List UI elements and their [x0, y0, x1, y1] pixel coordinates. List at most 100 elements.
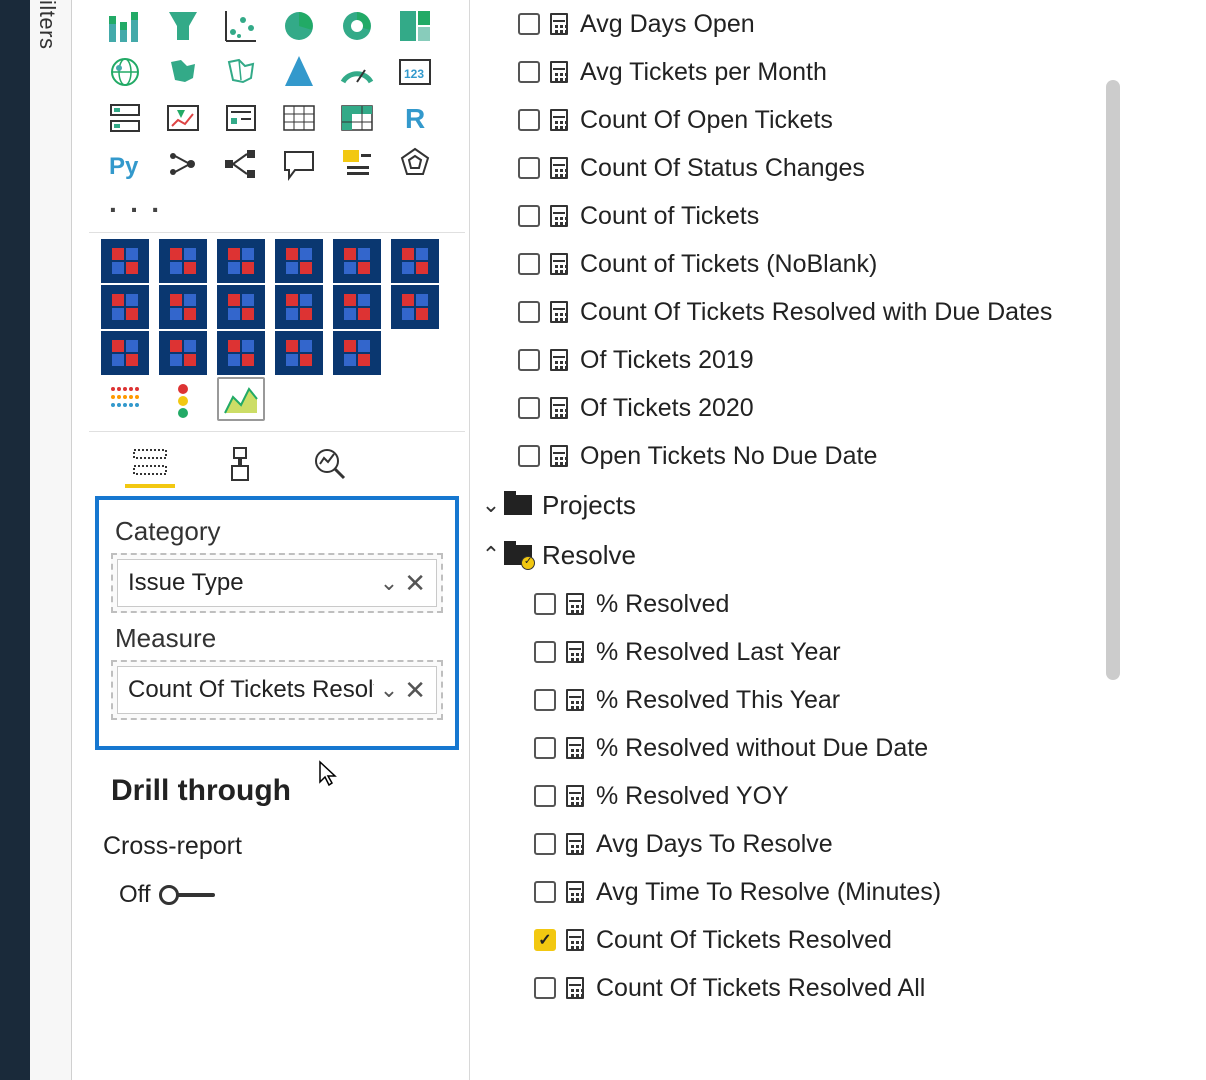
matrix-icon[interactable]: [333, 96, 381, 140]
field-item[interactable]: Avg Days Open: [470, 0, 1150, 48]
category-field-pill[interactable]: Issue Type ⌄ ✕: [117, 559, 437, 607]
measure-well[interactable]: Count Of Tickets Resolv ⌄ ✕: [111, 660, 443, 720]
more-visuals-ellipsis[interactable]: · · ·: [89, 194, 465, 232]
checkbox[interactable]: [534, 881, 556, 903]
table-projects[interactable]: ⌄ Projects: [470, 480, 1150, 530]
checkbox[interactable]: [518, 157, 540, 179]
python-visual-icon[interactable]: Py: [101, 142, 149, 186]
field-item[interactable]: Avg Tickets per Month: [470, 48, 1150, 96]
checkbox[interactable]: [518, 109, 540, 131]
field-item[interactable]: Count Of Tickets Resolved All: [470, 964, 1150, 1012]
custom-visual-icon[interactable]: [333, 285, 381, 329]
remove-field-icon[interactable]: ✕: [404, 568, 426, 599]
smart-narrative-icon[interactable]: [333, 142, 381, 186]
field-item[interactable]: Of Tickets 2020: [470, 384, 1150, 432]
checkbox[interactable]: [534, 785, 556, 807]
fields-tab[interactable]: [125, 440, 175, 488]
field-item[interactable]: Of Tickets 2019: [470, 336, 1150, 384]
format-tab[interactable]: [215, 440, 265, 488]
card-icon[interactable]: 123: [391, 50, 439, 94]
filled-map-icon[interactable]: [159, 50, 207, 94]
field-item[interactable]: Count Of Status Changes: [470, 144, 1150, 192]
field-item[interactable]: Count of Tickets: [470, 192, 1150, 240]
custom-visual-icon[interactable]: [275, 239, 323, 283]
key-influencers-icon[interactable]: [159, 142, 207, 186]
table-icon[interactable]: [275, 96, 323, 140]
custom-visual-icon[interactable]: [391, 239, 439, 283]
field-item[interactable]: % Resolved This Year: [470, 676, 1150, 724]
field-item[interactable]: % Resolved: [470, 580, 1150, 628]
checkbox[interactable]: [534, 833, 556, 855]
treemap-icon[interactable]: [391, 4, 439, 48]
checkbox[interactable]: [518, 13, 540, 35]
checkbox[interactable]: [518, 445, 540, 467]
checkbox[interactable]: [534, 977, 556, 999]
stacked-column-icon[interactable]: [101, 4, 149, 48]
table-resolve[interactable]: ⌃ Resolve: [470, 530, 1150, 580]
cross-report-toggle[interactable]: Off: [89, 865, 465, 913]
field-item[interactable]: Count of Tickets (NoBlank): [470, 240, 1150, 288]
field-item[interactable]: % Resolved YOY: [470, 772, 1150, 820]
kpi-icon[interactable]: [159, 96, 207, 140]
custom-visual-icon[interactable]: [217, 285, 265, 329]
custom-visual-dot-grid-icon[interactable]: [101, 377, 149, 421]
slicer-icon[interactable]: [217, 96, 265, 140]
donut-icon[interactable]: [333, 4, 381, 48]
field-item[interactable]: Avg Time To Resolve (Minutes): [470, 868, 1150, 916]
multi-row-card-icon[interactable]: [101, 96, 149, 140]
checkbox[interactable]: [534, 689, 556, 711]
checkbox[interactable]: [518, 397, 540, 419]
checkbox[interactable]: [518, 61, 540, 83]
field-item[interactable]: Open Tickets No Due Date: [470, 432, 1150, 480]
checkbox[interactable]: [518, 253, 540, 275]
field-item[interactable]: Avg Days To Resolve: [470, 820, 1150, 868]
custom-visual-icon[interactable]: [275, 331, 323, 375]
gauge-icon[interactable]: [333, 50, 381, 94]
custom-visual-icon[interactable]: [217, 331, 265, 375]
scatter-icon[interactable]: [217, 4, 265, 48]
checkbox[interactable]: [534, 929, 556, 951]
custom-visual-icon[interactable]: [159, 239, 207, 283]
custom-visual-stoplight-icon[interactable]: [159, 377, 207, 421]
custom-visual-icon[interactable]: [333, 331, 381, 375]
scrollbar[interactable]: [1106, 80, 1120, 680]
field-item[interactable]: Count Of Tickets Resolved: [470, 916, 1150, 964]
custom-visual-icon[interactable]: [101, 239, 149, 283]
azure-map-icon[interactable]: [275, 50, 323, 94]
svg-text:Py: Py: [109, 153, 139, 180]
r-visual-icon[interactable]: R: [391, 96, 439, 140]
custom-visual-line-area-icon[interactable]: [217, 377, 265, 421]
measure-field-pill[interactable]: Count Of Tickets Resolv ⌄ ✕: [117, 666, 437, 714]
custom-visual-icon[interactable]: [101, 331, 149, 375]
filters-panel-tab[interactable]: ilters: [30, 0, 72, 1080]
custom-visual-icon[interactable]: [391, 285, 439, 329]
funnel-icon[interactable]: [159, 4, 207, 48]
remove-field-icon[interactable]: ✕: [404, 675, 426, 706]
custom-visual-icon[interactable]: [275, 285, 323, 329]
globe-map-icon[interactable]: [101, 50, 149, 94]
checkbox[interactable]: [534, 737, 556, 759]
field-item[interactable]: Count Of Tickets Resolved with Due Dates: [470, 288, 1150, 336]
custom-visual-icon[interactable]: [159, 285, 207, 329]
field-item[interactable]: % Resolved Last Year: [470, 628, 1150, 676]
decomposition-tree-icon[interactable]: [217, 142, 265, 186]
checkbox[interactable]: [534, 593, 556, 615]
pie-icon[interactable]: [275, 4, 323, 48]
analytics-tab[interactable]: [305, 440, 355, 488]
checkbox[interactable]: [518, 205, 540, 227]
field-item[interactable]: Count Of Open Tickets: [470, 96, 1150, 144]
custom-visual-icon[interactable]: [333, 239, 381, 283]
checkbox[interactable]: [518, 349, 540, 371]
checkbox[interactable]: [534, 641, 556, 663]
field-item[interactable]: % Resolved without Due Date: [470, 724, 1150, 772]
custom-visual-icon[interactable]: [159, 331, 207, 375]
custom-visual-icon[interactable]: [217, 239, 265, 283]
shape-map-icon[interactable]: [217, 50, 265, 94]
paginated-report-icon[interactable]: [391, 142, 439, 186]
chevron-down-icon[interactable]: ⌄: [380, 677, 398, 703]
category-well[interactable]: Issue Type ⌄ ✕: [111, 553, 443, 613]
chevron-down-icon[interactable]: ⌄: [380, 570, 398, 596]
checkbox[interactable]: [518, 301, 540, 323]
custom-visual-icon[interactable]: [101, 285, 149, 329]
qa-visual-icon[interactable]: [275, 142, 323, 186]
